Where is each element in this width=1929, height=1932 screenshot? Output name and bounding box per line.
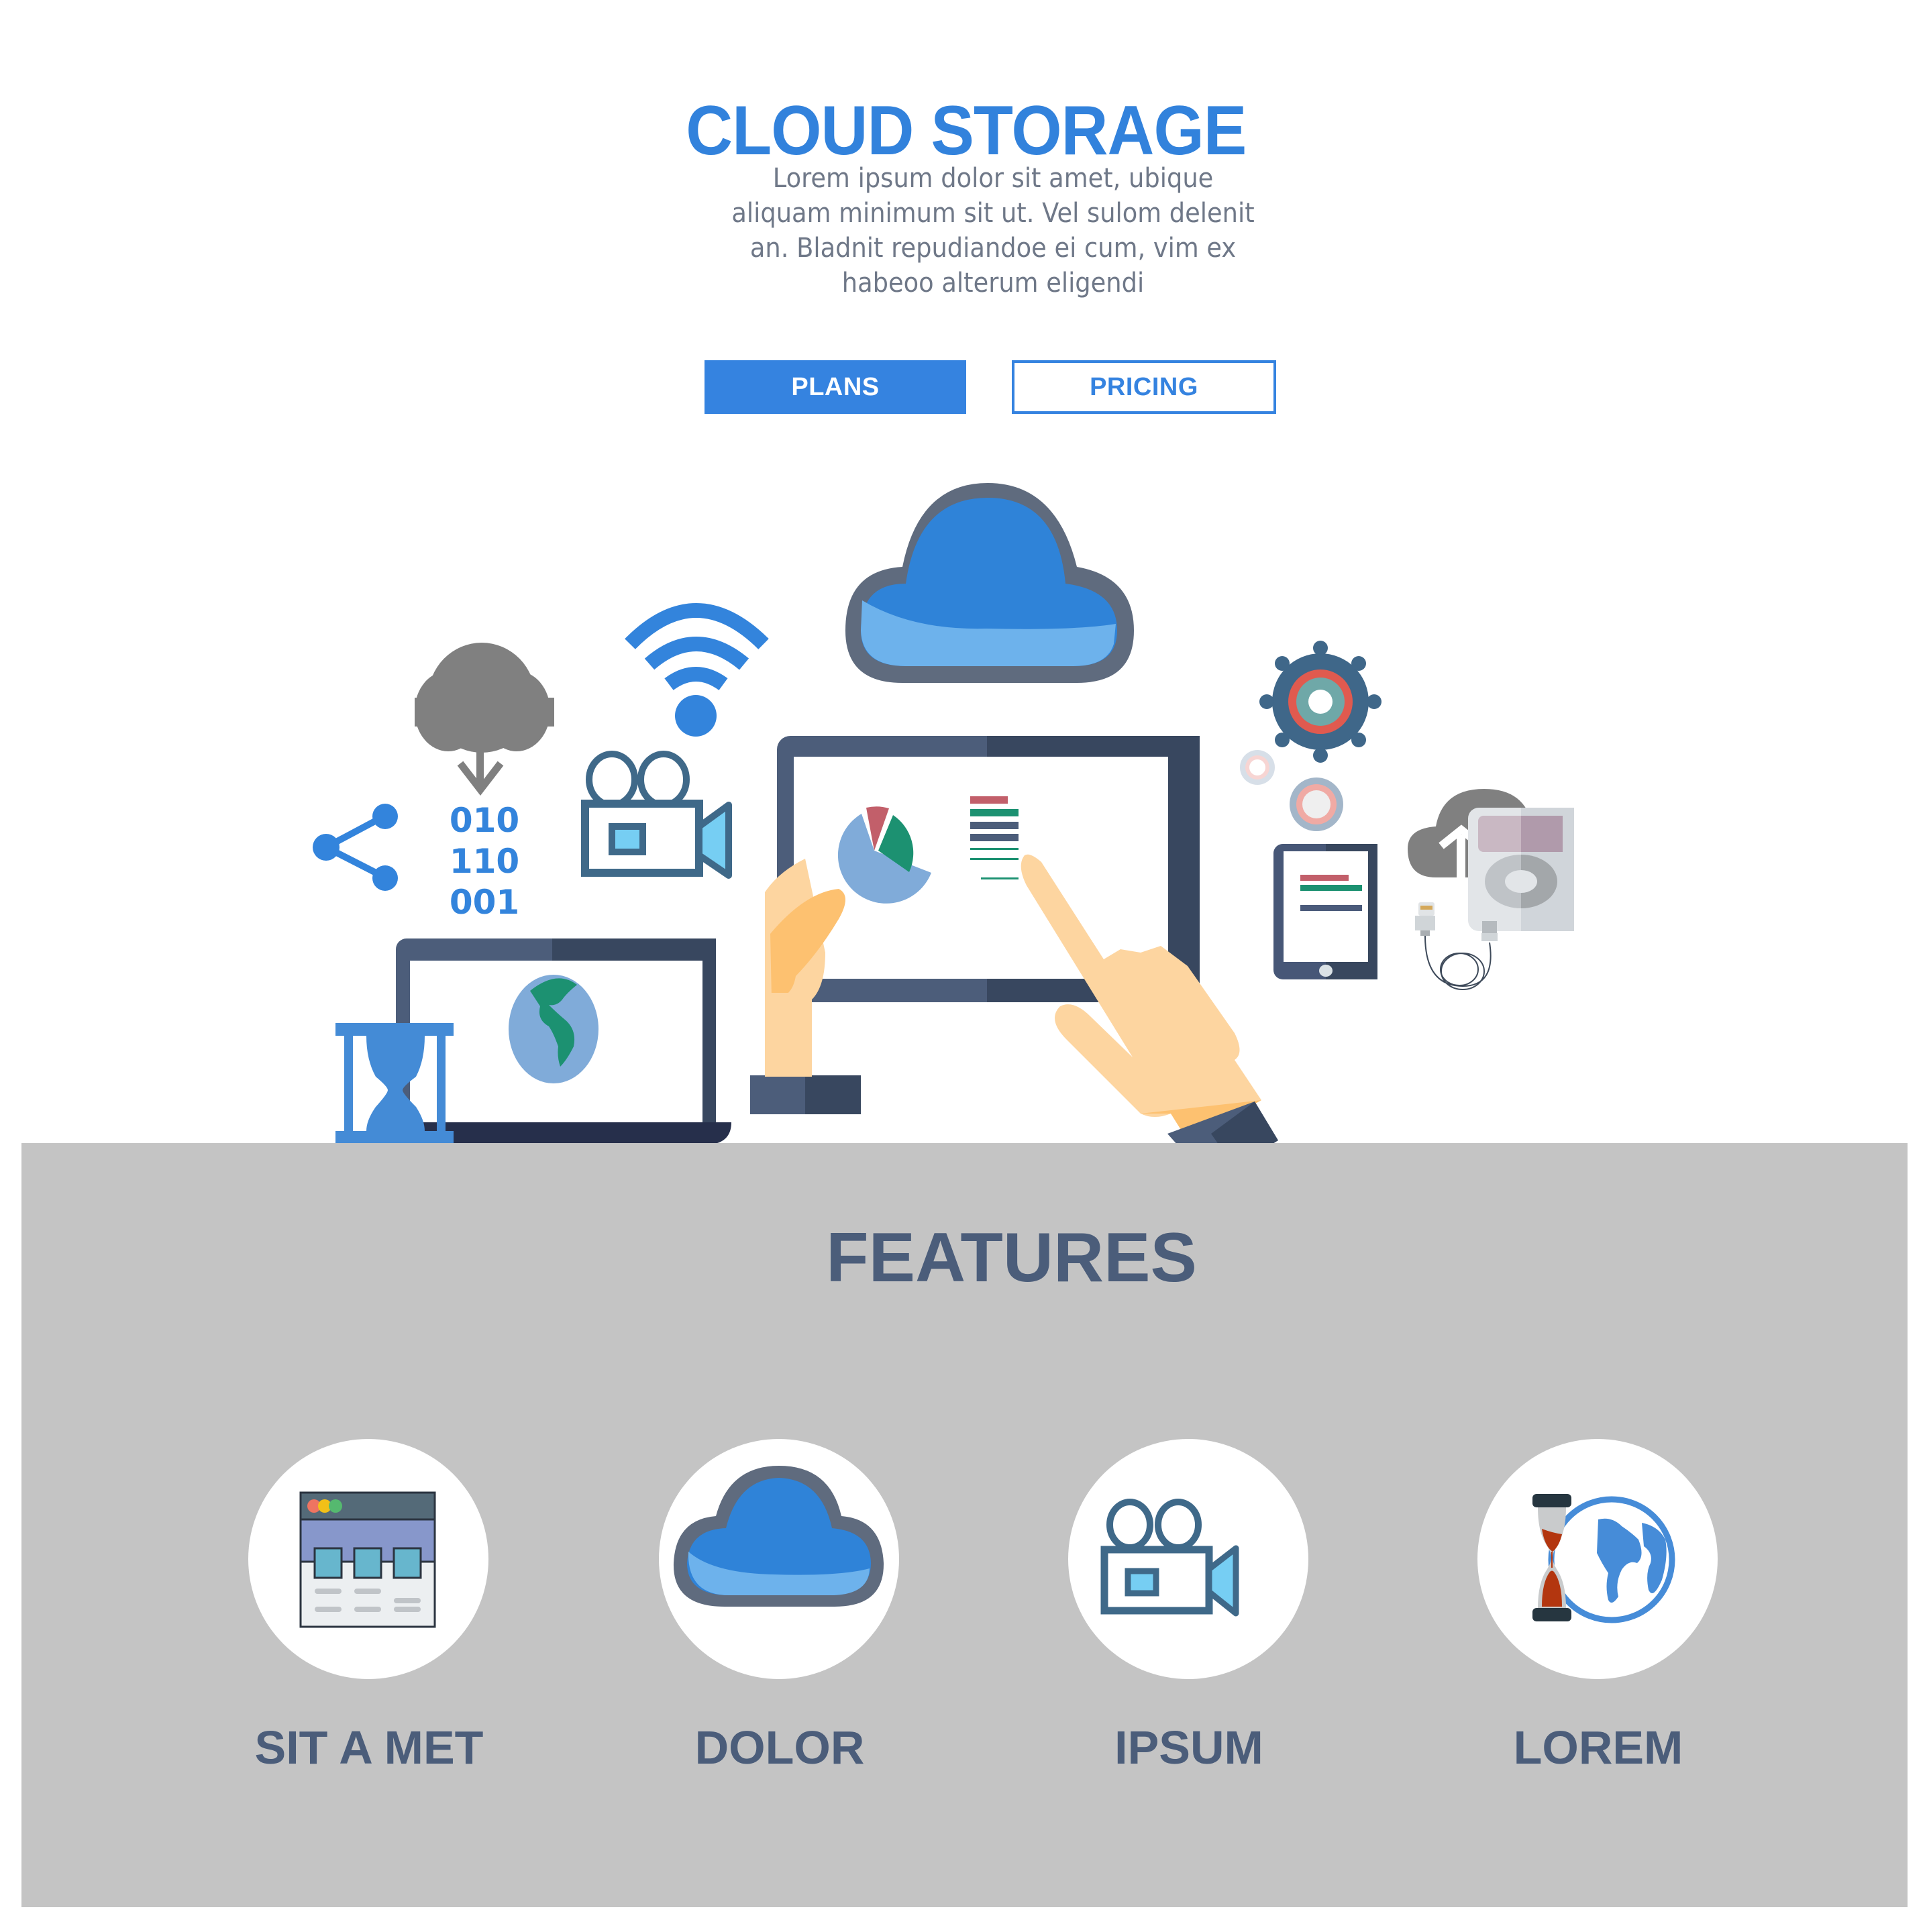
feature-label: LOREM	[1513, 1721, 1683, 1774]
hourglass-globe-icon	[1532, 1494, 1675, 1623]
smartphone-icon	[1273, 844, 1377, 979]
binary-line: 001	[450, 883, 519, 922]
music-player-icon	[1468, 808, 1574, 931]
feature-icon-circle	[1477, 1439, 1718, 1679]
binary-line: 110	[450, 842, 519, 881]
video-camera-icon	[581, 751, 732, 879]
hero-illustration: 010 110 001	[313, 483, 1574, 1147]
browser-window-icon	[299, 1491, 436, 1628]
features-title: FEATURES	[826, 1219, 1197, 1297]
cloud-download-icon	[415, 643, 554, 796]
feature-card[interactable]: LOREM	[1477, 1439, 1719, 1774]
cloud-icon	[673, 1466, 884, 1607]
feature-label: IPSUM	[1114, 1721, 1263, 1774]
binary-code-icon: 010 110 001	[450, 801, 519, 922]
gear-icon	[1240, 750, 1275, 785]
feature-icon-circle	[659, 1439, 899, 1679]
feature-icon-circle	[248, 1439, 488, 1679]
cloud-icon	[845, 483, 1134, 683]
binary-line: 010	[450, 801, 519, 840]
gear-icon	[1290, 777, 1343, 831]
feature-card[interactable]: SIT A MET	[248, 1439, 490, 1774]
wifi-icon	[625, 603, 769, 737]
gear-icon	[1259, 641, 1381, 763]
laptop-globe-icon	[376, 938, 731, 1144]
feature-icon-circle	[1068, 1439, 1308, 1679]
share-icon	[313, 804, 398, 891]
feature-card[interactable]: IPSUM	[1068, 1439, 1310, 1774]
feature-label: SIT A MET	[254, 1721, 484, 1774]
video-camera-icon	[1100, 1499, 1239, 1617]
feature-label: DOLOR	[694, 1721, 865, 1774]
feature-card[interactable]: DOLOR	[659, 1439, 900, 1774]
